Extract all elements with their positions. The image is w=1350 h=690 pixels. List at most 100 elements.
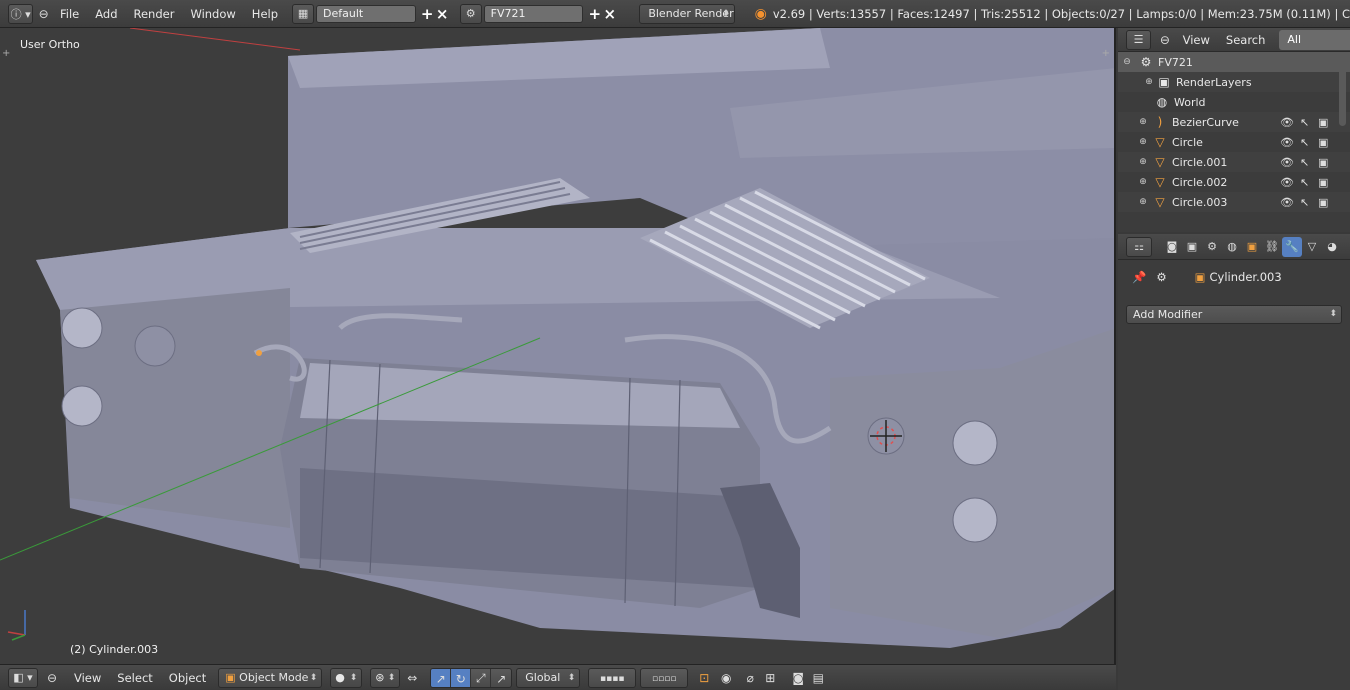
scale-manipulator-icon[interactable]: ⤢ xyxy=(471,668,492,687)
layers-group-1[interactable]: ▪▪▪▪ xyxy=(588,667,637,688)
outliner-row-scene[interactable]: ⊖ ⚙ FV721 xyxy=(1118,52,1350,72)
menu-file[interactable]: File xyxy=(52,4,87,24)
add-layout-icon[interactable]: + xyxy=(420,4,435,24)
snap-element-icon[interactable]: ⊞ xyxy=(760,668,780,688)
visibility-eye-icon[interactable]: 👁 xyxy=(1280,176,1294,189)
renderable-camera-icon[interactable]: ▣ xyxy=(1318,136,1328,149)
render-tab-icon[interactable]: ◙ xyxy=(1162,237,1182,257)
3d-viewport[interactable]: User Ortho (2) Cylinder.003 + + xyxy=(0,28,1116,664)
expand-icon[interactable]: ⊕ xyxy=(1138,157,1148,167)
outliner-row-beziercurve[interactable]: ⊕ ) BezierCurve 👁 ↖ ▣ xyxy=(1118,112,1350,132)
renderable-camera-icon[interactable]: ▣ xyxy=(1318,176,1328,189)
renderable-camera-icon[interactable]: ▣ xyxy=(1318,196,1328,209)
add-modifier-dropdown[interactable]: Add Modifier xyxy=(1126,305,1342,324)
outliner-row-renderlayers[interactable]: ⊕ ▣ RenderLayers xyxy=(1118,72,1350,92)
modifier-wrench-icon[interactable]: 🔧 xyxy=(1282,236,1302,257)
remove-scene-icon[interactable]: × xyxy=(602,4,617,24)
mesh-icon: ▽ xyxy=(1155,155,1165,169)
properties-editor: ⚏ ◙ ▣ ⚙ ◍ ▣ ⛓ 🔧 ▽ ◕ 📌 ⚙ ▣ Cylinder.003 A… xyxy=(1118,234,1350,690)
visibility-eye-icon[interactable]: 👁 xyxy=(1280,116,1294,129)
outliner-tree: ⊖ ⚙ FV721 ⊕ ▣ RenderLayers ◍ World ⊕ ) B… xyxy=(1118,52,1350,212)
collapse-menu-icon[interactable]: ⊖ xyxy=(42,668,62,688)
outliner-row-circle-001[interactable]: ⊕ ▽ Circle.001 👁 ↖ ▣ xyxy=(1118,152,1350,172)
screen-layout-browse-button[interactable]: ▦ xyxy=(292,3,315,24)
constraints-tab-icon[interactable]: ⛓ xyxy=(1262,237,1282,257)
row-label: BezierCurve xyxy=(1172,115,1239,129)
corner-plus-right-icon[interactable]: + xyxy=(1102,48,1110,59)
screen-layout-field[interactable]: Default xyxy=(316,4,416,23)
add-scene-icon[interactable]: + xyxy=(587,4,602,24)
scene-browse-button[interactable]: ⚙ xyxy=(459,3,482,24)
collapse-menu-icon[interactable]: ⊖ xyxy=(35,4,52,24)
layers-group-2[interactable]: ▫▫▫▫ xyxy=(640,667,689,688)
outliner-menu-view[interactable]: View xyxy=(1175,30,1218,50)
world-tab-icon[interactable]: ◍ xyxy=(1222,237,1242,257)
renderlayers-tab-icon[interactable]: ▣ xyxy=(1182,237,1202,257)
orientation-select[interactable]: Global xyxy=(516,667,581,688)
outliner-menu-search[interactable]: Search xyxy=(1218,30,1274,50)
expand-icon[interactable]: ⊕ xyxy=(1138,177,1148,187)
scene-icon: ⚙ xyxy=(465,7,476,20)
visibility-eye-icon[interactable]: 👁 xyxy=(1280,196,1294,209)
pin-icon[interactable]: 📌 xyxy=(1132,270,1146,284)
selectable-cursor-icon[interactable]: ↖ xyxy=(1300,196,1309,209)
mode-select[interactable]: ▣ Object Mode xyxy=(218,667,323,688)
viewport-header: ◧ ▾ ⊖ View Select Object ▣ Object Mode ●… xyxy=(0,664,1116,690)
properties-icon: ⚏ xyxy=(1134,240,1144,253)
expand-icon[interactable]: ⊕ xyxy=(1138,137,1148,147)
snap-toggle-icon[interactable]: ⌀ xyxy=(740,668,760,688)
outliner-row-circle-003[interactable]: ⊕ ▽ Circle.003 👁 ↖ ▣ xyxy=(1118,192,1350,212)
expand-icon[interactable]: ⊕ xyxy=(1138,197,1148,207)
outliner-row-world[interactable]: ◍ World xyxy=(1118,92,1350,112)
material-tab-icon[interactable]: ◕ xyxy=(1322,237,1342,257)
selectable-cursor-icon[interactable]: ↖ xyxy=(1300,156,1309,169)
translate-manipulator-icon[interactable]: ↗ xyxy=(431,668,452,687)
row-label: Circle.003 xyxy=(1172,195,1228,209)
proportional-edit-icon[interactable]: ◉ xyxy=(716,668,736,688)
expand-icon[interactable]: ⊕ xyxy=(1138,117,1148,127)
render-engine-select[interactable]: Blender Render xyxy=(639,3,735,24)
mode-label: Object Mode xyxy=(239,670,309,684)
visibility-eye-icon[interactable]: 👁 xyxy=(1280,156,1294,169)
outliner-row-circle-002[interactable]: ⊕ ▽ Circle.002 👁 ↖ ▣ xyxy=(1118,172,1350,192)
menu-object[interactable]: Object xyxy=(161,668,214,688)
menu-select[interactable]: Select xyxy=(109,668,160,688)
data-tab-icon[interactable]: ▽ xyxy=(1302,237,1322,257)
outliner-scrollbar[interactable] xyxy=(1339,56,1346,126)
outliner-icon: ☰ xyxy=(1133,33,1144,46)
remove-layout-icon[interactable]: × xyxy=(435,4,450,24)
pivot-point-select[interactable]: ⊛ xyxy=(370,667,401,688)
solid-shading-icon: ● xyxy=(335,670,345,684)
corner-plus-icon[interactable]: + xyxy=(2,48,10,59)
info-editor-type-button[interactable]: ⓘ ▾ xyxy=(8,3,34,24)
selectable-cursor-icon[interactable]: ↖ xyxy=(1300,136,1309,149)
object-tab-icon[interactable]: ▣ xyxy=(1242,237,1262,257)
collapse-menu-icon[interactable]: ⊖ xyxy=(1155,30,1174,50)
outliner-display-mode[interactable]: All Scenes xyxy=(1279,29,1350,66)
menu-view[interactable]: View xyxy=(66,668,109,688)
render-icon[interactable]: ◙ xyxy=(788,668,808,688)
outliner-row-circle[interactable]: ⊕ ▽ Circle 👁 ↖ ▣ xyxy=(1118,132,1350,152)
scene-tab-icon[interactable]: ⚙ xyxy=(1202,237,1222,257)
selectable-cursor-icon[interactable]: ↖ xyxy=(1300,176,1309,189)
visibility-eye-icon[interactable]: 👁 xyxy=(1280,136,1294,149)
properties-editor-type-button[interactable]: ⚏ xyxy=(1126,236,1152,257)
rotate-manipulator-icon[interactable]: ↻ xyxy=(451,668,472,687)
selectable-cursor-icon[interactable]: ↖ xyxy=(1300,116,1309,129)
render-animation-icon[interactable]: ▤ xyxy=(808,668,828,688)
scene-field[interactable]: FV721 xyxy=(483,4,584,23)
editor-type-button[interactable]: ◧ ▾ xyxy=(8,667,38,688)
outliner-editor-type-button[interactable]: ☰ xyxy=(1126,29,1152,50)
menu-add[interactable]: Add xyxy=(87,4,125,24)
expand-icon[interactable]: ⊕ xyxy=(1144,77,1154,87)
renderable-camera-icon[interactable]: ▣ xyxy=(1318,156,1328,169)
manipulator-toggle-icon[interactable]: ⇔ xyxy=(402,668,422,688)
viewport-shading-select[interactable]: ● xyxy=(330,667,363,688)
renderable-camera-icon[interactable]: ▣ xyxy=(1318,116,1328,129)
collapse-icon[interactable]: ⊖ xyxy=(1122,57,1132,67)
menu-render[interactable]: Render xyxy=(126,4,183,24)
manipulator-extra-icon[interactable]: ↗ xyxy=(491,669,511,687)
menu-window[interactable]: Window xyxy=(182,4,243,24)
lock-camera-icon[interactable]: ⊡ xyxy=(694,668,714,688)
menu-help[interactable]: Help xyxy=(244,4,286,24)
